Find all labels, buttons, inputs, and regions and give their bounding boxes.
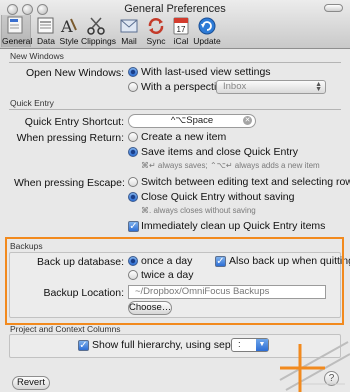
crosshair-mark-icon — [279, 341, 350, 392]
close-without-saving-radio[interactable] — [128, 192, 138, 202]
update-icon — [198, 17, 216, 35]
popup-arrows-icon: ▲ ▼ — [315, 81, 322, 93]
toolbar-mail[interactable]: Mail — [114, 15, 144, 47]
toolbar-toggle-button[interactable] — [324, 4, 343, 12]
window-titlebar: General Preferences General Data A Style — [0, 0, 350, 49]
with-perspective-radio[interactable] — [128, 82, 138, 92]
data-icon — [37, 17, 54, 34]
clear-shortcut-icon[interactable]: ✕ — [243, 116, 252, 125]
section-divider — [9, 109, 341, 110]
clippings-icon — [87, 17, 105, 35]
separator-value: : — [238, 339, 241, 350]
show-full-hierarchy-checkbox[interactable]: ✓ — [78, 340, 89, 351]
switch-editing-radio[interactable] — [128, 177, 138, 187]
combo-arrow-icon[interactable]: ▼ — [256, 339, 268, 351]
quick-entry-header: Quick Entry — [10, 98, 54, 108]
perspective-popup[interactable]: Inbox ▲ ▼ — [216, 80, 326, 94]
style-icon: A — [60, 17, 77, 36]
create-new-item-radio[interactable] — [128, 132, 138, 142]
preferences-content: New Windows Open New Windows: With last-… — [0, 49, 350, 392]
close-without-saving-label[interactable]: Close Quick Entry without saving — [141, 191, 294, 203]
shortcut-recorder[interactable]: ^⌥Space ✕ — [128, 114, 256, 128]
save-and-close-label[interactable]: Save items and close Quick Entry — [141, 146, 298, 158]
separator-combo[interactable]: : ▼ — [231, 338, 269, 352]
toolbar-update[interactable]: Update — [192, 15, 222, 47]
perspective-value: Inbox — [223, 81, 247, 92]
general-icon — [7, 16, 23, 34]
quick-entry-shortcut-label: Quick Entry Shortcut: — [24, 116, 124, 128]
shortcut-value: ^⌥Space — [170, 115, 214, 126]
create-new-item-label[interactable]: Create a new item — [141, 131, 226, 143]
with-saved-settings-label[interactable]: With last-used view settings — [141, 66, 271, 78]
switch-editing-label[interactable]: Switch between editing text and selectin… — [141, 176, 350, 188]
toolbar-clippings[interactable]: Clippings — [81, 15, 116, 47]
section-divider — [9, 62, 341, 63]
save-and-close-radio[interactable] — [128, 147, 138, 157]
sync-icon — [148, 18, 164, 34]
cleanup-checkbox[interactable]: ✓ — [128, 221, 139, 232]
open-new-windows-label: Open New Windows: — [25, 67, 124, 79]
new-windows-header: New Windows — [10, 51, 64, 61]
mail-icon — [120, 19, 138, 33]
when-pressing-escape-label: When pressing Escape: — [14, 177, 125, 189]
return-hint: ⌘↵ always saves; ⌃⌥↵ always adds a new i… — [141, 161, 320, 170]
toolbar-style[interactable]: A Style — [54, 15, 84, 47]
window-title: General Preferences — [124, 3, 226, 15]
with-saved-settings-radio[interactable] — [128, 67, 138, 77]
cleanup-label[interactable]: Immediately clean up Quick Entry items — [141, 220, 325, 232]
svg-text:17: 17 — [177, 25, 186, 34]
project-columns-header: Project and Context Columns — [10, 324, 121, 334]
escape-hint: ⌘. always closes without saving — [141, 206, 256, 215]
toolbar-general[interactable]: General — [1, 15, 32, 47]
revert-button[interactable]: Revert — [12, 376, 50, 390]
ical-icon: 17 — [173, 17, 189, 35]
backups-highlight-annotation — [5, 237, 344, 325]
when-pressing-return-label: When pressing Return: — [16, 132, 124, 144]
